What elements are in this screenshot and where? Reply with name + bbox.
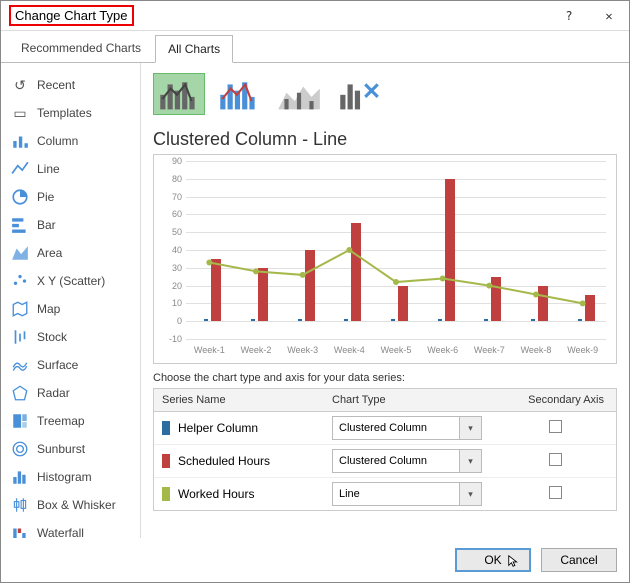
legend-key-icon (162, 487, 170, 501)
sidebar-item-label: Sunburst (37, 442, 85, 456)
sidebar-item-line[interactable]: Line (1, 155, 140, 183)
subtype-custom-combo[interactable] (333, 73, 385, 115)
sidebar-item-map[interactable]: Map (1, 295, 140, 323)
chart-type-select[interactable]: Clustered Column▾ (332, 416, 482, 440)
sidebar-item-sunburst[interactable]: Sunburst (1, 435, 140, 463)
subtype-stacked-area-column[interactable] (273, 73, 325, 115)
sidebar-item-label: Radar (37, 386, 70, 400)
sidebar-item-label: Treemap (37, 414, 85, 428)
sunburst-icon (11, 440, 29, 458)
tab-bar: Recommended Charts All Charts (1, 31, 629, 63)
line-icon (11, 160, 29, 178)
scatter-icon (11, 272, 29, 290)
sidebar-item-label: Column (37, 134, 78, 148)
sidebar-item-surface[interactable]: Surface (1, 351, 140, 379)
chart-category-sidebar: ↺ Recent ▭ Templates Column Line Pie Bar A… (1, 63, 141, 538)
sidebar-item-column[interactable]: Column (1, 127, 140, 155)
sidebar-item-label: Pie (37, 190, 54, 204)
sidebar-item-label: Stock (37, 330, 67, 344)
subtype-clustered-column-line[interactable] (153, 73, 205, 115)
sidebar-item-label: Area (37, 246, 62, 260)
select-value: Line (333, 488, 459, 500)
waterfall-icon (11, 524, 29, 538)
chevron-down-icon: ▾ (459, 450, 481, 472)
sidebar-item-stock[interactable]: Stock (1, 323, 140, 351)
close-button[interactable]: ✕ (589, 1, 629, 31)
secondary-axis-checkbox[interactable] (549, 486, 562, 499)
secondary-axis-checkbox[interactable] (549, 453, 562, 466)
subtype-clustered-column-line-secondary[interactable] (213, 73, 265, 115)
chevron-down-icon: ▾ (459, 417, 481, 439)
chart-type-title: Clustered Column - Line (153, 129, 617, 150)
series-row: Scheduled Hours Clustered Column▾ (154, 445, 616, 478)
box-whisker-icon (11, 496, 29, 514)
sidebar-item-label: Histogram (37, 470, 92, 484)
recent-icon: ↺ (11, 76, 29, 94)
histogram-icon (11, 468, 29, 486)
ok-button[interactable]: OK (455, 548, 531, 572)
cancel-button[interactable]: Cancel (541, 548, 617, 572)
series-row: Worked Hours Line▾ (154, 478, 616, 510)
sidebar-item-label: Recent (37, 78, 75, 92)
help-button[interactable]: ? (549, 1, 589, 31)
sidebar-item-waterfall[interactable]: Waterfall (1, 519, 140, 538)
sidebar-item-radar[interactable]: Radar (1, 379, 140, 407)
series-name-label: Helper Column (178, 421, 258, 435)
sidebar-item-label: Surface (37, 358, 78, 372)
titlebar: Change Chart Type ? ✕ (1, 1, 629, 31)
sidebar-item-label: Line (37, 162, 60, 176)
select-value: Clustered Column (333, 455, 459, 467)
series-prompt: Choose the chart type and axis for your … (153, 372, 617, 384)
series-name-label: Worked Hours (178, 487, 254, 501)
cursor-icon (507, 554, 521, 568)
sidebar-item-label: Bar (37, 218, 56, 232)
stock-icon (11, 328, 29, 346)
sidebar-item-pie[interactable]: Pie (1, 183, 140, 211)
secondary-axis-checkbox[interactable] (549, 420, 562, 433)
legend-key-icon (162, 454, 170, 468)
legend-key-icon (162, 421, 170, 435)
chevron-down-icon: ▾ (459, 483, 481, 505)
sidebar-item-bar[interactable]: Bar (1, 211, 140, 239)
tab-recommended[interactable]: Recommended Charts (9, 35, 153, 62)
col-header-type: Chart Type (324, 389, 494, 411)
series-row: Helper Column Clustered Column▾ (154, 412, 616, 445)
subtype-row (153, 73, 617, 115)
tab-all-charts[interactable]: All Charts (155, 35, 233, 63)
change-chart-type-dialog: Change Chart Type ? ✕ Recommended Charts… (0, 0, 630, 583)
sidebar-item-recent[interactable]: ↺ Recent (1, 71, 140, 99)
area-icon (11, 244, 29, 262)
templates-icon: ▭ (11, 104, 29, 122)
sidebar-item-label: Map (37, 302, 60, 316)
sidebar-item-area[interactable]: Area (1, 239, 140, 267)
col-header-name: Series Name (154, 389, 324, 411)
sidebar-item-boxwhisker[interactable]: Box & Whisker (1, 491, 140, 519)
dialog-title: Change Chart Type (9, 5, 134, 26)
main-panel: Clustered Column - Line -100102030405060… (141, 63, 629, 538)
series-table: Series Name Chart Type Secondary Axis He… (153, 388, 617, 511)
sidebar-item-label: Box & Whisker (37, 498, 116, 512)
sidebar-item-treemap[interactable]: Treemap (1, 407, 140, 435)
select-value: Clustered Column (333, 422, 459, 434)
dialog-button-bar: OK Cancel (1, 538, 629, 582)
column-icon (11, 132, 29, 150)
surface-icon (11, 356, 29, 374)
map-icon (11, 300, 29, 318)
chart-type-select[interactable]: Line▾ (332, 482, 482, 506)
ok-button-label: OK (484, 553, 501, 567)
bar-icon (11, 216, 29, 234)
sidebar-item-templates[interactable]: ▭ Templates (1, 99, 140, 127)
sidebar-item-histogram[interactable]: Histogram (1, 463, 140, 491)
series-name-label: Scheduled Hours (178, 454, 270, 468)
chart-preview[interactable]: -100102030405060708090Week-1Week-2Week-3… (153, 154, 617, 364)
col-header-axis: Secondary Axis (494, 389, 616, 411)
radar-icon (11, 384, 29, 402)
chart-type-select[interactable]: Clustered Column▾ (332, 449, 482, 473)
treemap-icon (11, 412, 29, 430)
sidebar-item-label: X Y (Scatter) (37, 274, 105, 288)
sidebar-item-label: Templates (37, 106, 92, 120)
pie-icon (11, 188, 29, 206)
sidebar-item-label: Waterfall (37, 526, 84, 538)
sidebar-item-scatter[interactable]: X Y (Scatter) (1, 267, 140, 295)
